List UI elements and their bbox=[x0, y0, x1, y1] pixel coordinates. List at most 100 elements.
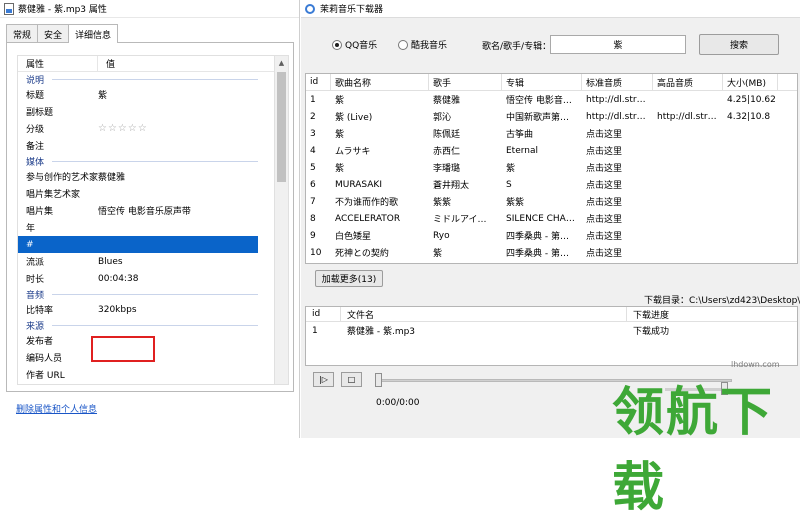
col-standard-cell[interactable]: 点击这里 bbox=[582, 161, 653, 174]
property-key: 年 bbox=[26, 224, 36, 234]
col-standard-cell[interactable]: 点击这里 bbox=[582, 195, 653, 208]
properties-titlebar: 蔡健雅 - 紫.mp3 属性 bbox=[0, 0, 299, 18]
property-value: Blues bbox=[98, 256, 123, 267]
col-size-cell: 4.32|10.8 bbox=[727, 111, 771, 122]
result-row[interactable]: 3 紫 陈佩廷 古筝曲 点击这里 bbox=[306, 125, 797, 142]
col-album-header[interactable]: 专辑 bbox=[502, 74, 582, 90]
col-artist-cell: 郭沁 bbox=[433, 113, 452, 123]
load-more-button[interactable]: 加载更多(13) bbox=[315, 270, 383, 287]
col-song-cell: MURASAKI bbox=[335, 179, 382, 190]
col-id-cell: 7 bbox=[310, 196, 316, 207]
col-artist-cell: ミドルアイ… bbox=[433, 215, 487, 225]
source-kuwo-label: 酷我音乐 bbox=[411, 41, 448, 51]
property-row[interactable]: 标题 紫 bbox=[18, 86, 288, 103]
search-row: QQ音乐 酷我音乐 歌名/歌手/专辑： 搜索 bbox=[301, 32, 800, 56]
source-qq-radio[interactable]: QQ音乐 bbox=[332, 38, 377, 51]
remove-properties-link[interactable]: 删除属性和个人信息 bbox=[16, 402, 97, 415]
value-column-header[interactable]: 值 bbox=[98, 57, 115, 70]
col-id-cell: 9 bbox=[310, 230, 316, 241]
col-hq-cell[interactable]: http://dl.str… bbox=[653, 112, 723, 122]
property-key: 唱片集艺术家 bbox=[26, 190, 81, 200]
col-artist-header[interactable]: 歌手 bbox=[429, 74, 502, 90]
result-row[interactable]: 9 白色矮星 Ryo 四季桑典 - 第… 点击这里 bbox=[306, 227, 797, 244]
col-id-header[interactable]: id bbox=[306, 74, 331, 90]
property-row[interactable]: 版权 bbox=[18, 383, 288, 384]
property-column-header[interactable]: 属性 bbox=[18, 56, 98, 71]
download-row[interactable]: 1 蔡健雅 - 紫.mp3 下载成功 bbox=[306, 322, 797, 339]
col-standard-cell[interactable]: 点击这里 bbox=[582, 246, 653, 259]
col-artist-cell: 蔡健雅 bbox=[433, 96, 461, 106]
property-value: 00:04:38 bbox=[98, 273, 139, 284]
col-size-header[interactable]: 大小(MB) bbox=[723, 74, 778, 90]
property-row[interactable]: 流派 Blues bbox=[18, 253, 288, 270]
property-key: 唱片集 bbox=[26, 207, 54, 217]
col-standard-cell[interactable]: 点击这里 bbox=[582, 229, 653, 242]
stop-button[interactable]: □ bbox=[341, 372, 362, 387]
property-row[interactable]: 作者 URL bbox=[18, 366, 288, 383]
property-row[interactable]: 备注 bbox=[18, 137, 288, 154]
col-standard-cell[interactable]: http://dl.str… bbox=[582, 112, 653, 122]
play-button[interactable]: |▷ bbox=[313, 372, 334, 387]
tab-details[interactable]: 详细信息 bbox=[68, 24, 119, 43]
result-row[interactable]: 7 不为谁而作的歌 紫紫 紫紫 点击这里 bbox=[306, 193, 797, 210]
result-row[interactable]: 2 紫 (Live) 郭沁 中国新歌声第… http://dl.str… http://d… bbox=[306, 108, 797, 125]
property-row[interactable]: 参与创作的艺术家 蔡健雅 bbox=[18, 168, 288, 185]
result-row[interactable]: 4 ムラサキ 赤西仁 Eternal 点击这里 bbox=[306, 142, 797, 159]
search-button[interactable]: 搜索 bbox=[699, 34, 779, 55]
col-id-cell: 8 bbox=[310, 213, 316, 224]
download-directory: 下载目录：C:\Users\zd423\Desktop\ bbox=[644, 296, 800, 306]
scroll-up-icon[interactable]: ▲ bbox=[275, 56, 288, 70]
property-key: 比特率 bbox=[26, 306, 54, 316]
result-row[interactable]: 10 死神との契約 紫 四季桑典 - 第… 点击这里 bbox=[306, 244, 797, 261]
property-section-header: 媒体 bbox=[18, 154, 288, 168]
rating-stars[interactable]: ☆☆☆☆☆ bbox=[98, 123, 288, 134]
properties-tabs: 常规 安全 详细信息 bbox=[6, 24, 119, 43]
result-row[interactable]: 5 紫 李璠璐 紫 点击这里 bbox=[306, 159, 797, 176]
property-row[interactable]: 分级 ☆☆☆☆☆ bbox=[18, 120, 288, 137]
col-standard-header[interactable]: 标准音质 bbox=[582, 74, 653, 90]
result-row[interactable]: 8 ACCELERATOR ミドルアイ… SILENCE CHA… 点击这里 bbox=[306, 210, 797, 227]
property-row[interactable]: 时长 00:04:38 bbox=[18, 270, 288, 287]
scroll-thumb[interactable] bbox=[277, 72, 286, 182]
property-list-scrollbar[interactable]: ▲ bbox=[274, 56, 288, 384]
property-row[interactable]: 年 bbox=[18, 219, 288, 236]
col-standard-cell[interactable]: 点击这里 bbox=[582, 178, 653, 191]
col-hq-header[interactable]: 高品音质 bbox=[653, 74, 723, 90]
search-input[interactable] bbox=[550, 35, 686, 54]
watermark-site: lhdown.com bbox=[731, 360, 780, 369]
property-row[interactable]: 比特率 320kbps bbox=[18, 301, 288, 318]
col-standard-cell[interactable]: 点击这里 bbox=[582, 144, 653, 157]
property-row[interactable]: # bbox=[18, 236, 258, 253]
property-row[interactable]: 唱片集 悟空传 电影音乐原声带 bbox=[18, 202, 288, 219]
downloads-header: id 文件名 下载进度 bbox=[306, 307, 797, 322]
tab-security[interactable]: 安全 bbox=[37, 24, 70, 42]
result-row[interactable]: 6 MURASAKI 蒼井翔太 S 点击这里 bbox=[306, 176, 797, 193]
seek-handle[interactable] bbox=[375, 373, 382, 387]
col-song-cell: ムラサキ bbox=[335, 147, 371, 157]
property-row[interactable]: 副标题 bbox=[18, 103, 288, 120]
results-table: id 歌曲名称 歌手 专辑 标准音质 高品音质 大小(MB) 1 紫 蔡健雅 悟空传 电影音… ht… bbox=[305, 73, 798, 264]
tab-general[interactable]: 常规 bbox=[6, 24, 39, 42]
property-value: 紫 bbox=[98, 91, 108, 101]
col-artist-cell: 紫 bbox=[433, 249, 443, 259]
col-artist-cell: Ryo bbox=[433, 230, 450, 241]
property-list-header: 属性 值 bbox=[18, 56, 288, 72]
property-value: 悟空传 电影音乐原声带 bbox=[98, 207, 191, 217]
col-song-header[interactable]: 歌曲名称 bbox=[331, 74, 429, 90]
property-value: 蔡健雅 bbox=[98, 173, 126, 183]
col-album-cell: S bbox=[506, 179, 512, 190]
col-standard-cell[interactable]: http://dl.str… bbox=[582, 95, 653, 105]
playback-time: 0:00/0:00 bbox=[376, 398, 420, 408]
source-kuwo-radio[interactable]: 酷我音乐 bbox=[398, 38, 447, 51]
result-row[interactable]: 1 紫 蔡健雅 悟空传 电影音… http://dl.str… 4.25|10.62 bbox=[306, 91, 797, 108]
col-song-cell: ACCELERATOR bbox=[335, 213, 401, 224]
property-key: 备注 bbox=[26, 142, 45, 152]
col-id-cell: 2 bbox=[310, 111, 316, 122]
col-standard-cell[interactable]: 点击这里 bbox=[582, 212, 653, 225]
property-key: 副标题 bbox=[26, 108, 54, 118]
col-album-cell: 中国新歌声第… bbox=[506, 113, 570, 123]
results-body: 1 紫 蔡健雅 悟空传 电影音… http://dl.str… 4.25|10.62 2 紫 … bbox=[306, 91, 797, 261]
property-key: 标题 bbox=[26, 91, 45, 101]
property-row[interactable]: 唱片集艺术家 bbox=[18, 185, 288, 202]
col-standard-cell[interactable]: 点击这里 bbox=[582, 127, 653, 140]
